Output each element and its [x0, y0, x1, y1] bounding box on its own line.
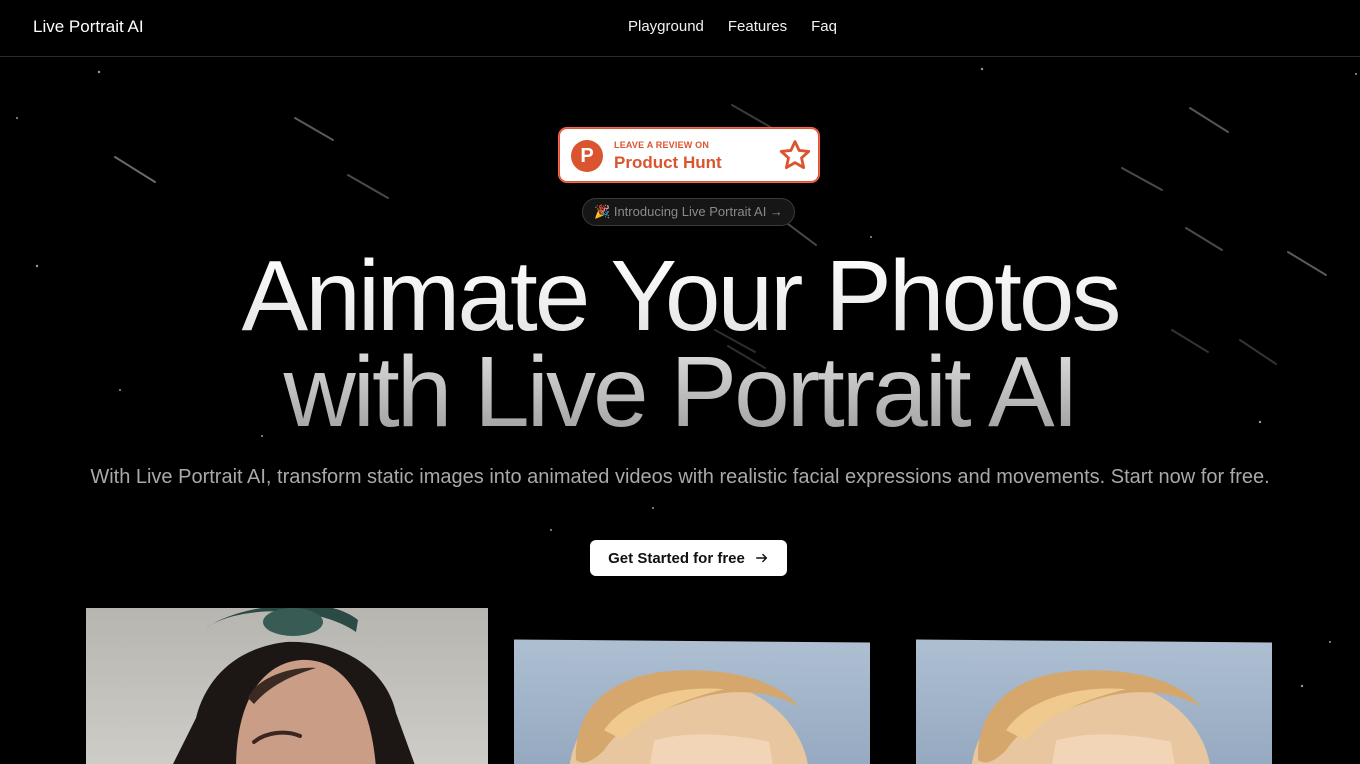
woman-portrait-illustration [173, 608, 415, 764]
star [550, 529, 552, 531]
nav-link-faq[interactable]: Faq [811, 18, 837, 35]
arrow-right-icon [755, 553, 767, 563]
get-started-button[interactable]: Get Started for free [590, 540, 787, 576]
star [1355, 73, 1357, 75]
hero-headline-line-2: with Live Portrait AI [283, 336, 1077, 448]
brand-logo-text[interactable]: Live Portrait AI [33, 17, 144, 37]
product-hunt-review-badge[interactable]: P LEAVE A REVIEW ON Product Hunt [559, 128, 819, 182]
product-hunt-logo-icon: P [571, 140, 603, 172]
hero-headline-line-1: Animate Your Photos [241, 240, 1119, 352]
demo-photo-real-woman [86, 608, 488, 764]
star [980, 67, 984, 71]
star [1300, 684, 1304, 688]
star-outline-icon [779, 140, 811, 170]
meteor-streak [347, 174, 389, 199]
meteor-streak [114, 156, 156, 183]
get-started-label: Get Started for free [608, 549, 745, 567]
star [16, 117, 18, 119]
nav-links: Playground Features Faq [628, 18, 837, 35]
meteor-streak [731, 104, 773, 129]
hero-subtitle: With Live Portrait AI, transform static … [90, 466, 1270, 488]
hero-headline: Animate Your Photos with Live Portrait A… [0, 248, 1360, 440]
demo-photo-cartoon-source [514, 639, 870, 764]
star [652, 507, 654, 509]
meteor-streak [1121, 167, 1163, 191]
meteor-streak [1185, 227, 1223, 251]
star [870, 236, 872, 238]
meteor-streak [1189, 107, 1229, 133]
cartoon-portrait-illustration [971, 670, 1211, 764]
cartoon-portrait-illustration [569, 670, 809, 764]
demo-photo-cartoon-animated [916, 639, 1272, 764]
meteor-streak [294, 117, 334, 141]
introducing-announcement-pill[interactable]: 🎉 Introducing Live Portrait AI → [582, 198, 795, 226]
star [97, 70, 101, 74]
product-hunt-name: Product Hunt [614, 153, 722, 172]
product-hunt-kicker: LEAVE A REVIEW ON [614, 140, 710, 150]
star [1329, 641, 1331, 643]
nav-link-playground[interactable]: Playground [628, 18, 704, 35]
top-navbar: Live Portrait AI Playground Features Faq [0, 0, 1360, 57]
nav-link-features[interactable]: Features [728, 18, 787, 35]
